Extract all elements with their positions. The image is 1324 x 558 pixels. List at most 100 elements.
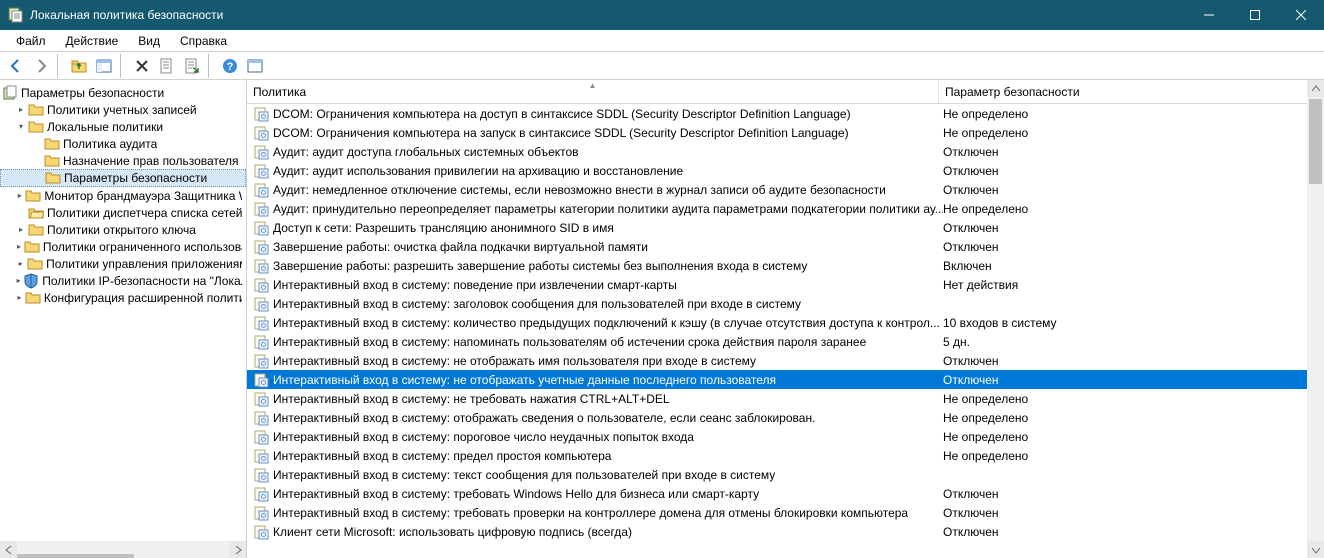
policy-row[interactable]: Интерактивный вход в систему: предел про… bbox=[247, 446, 1324, 465]
tree-item-label: Политики диспетчера списка сетей bbox=[47, 206, 242, 220]
tree-item[interactable]: ▾Локальные политики bbox=[0, 118, 246, 135]
folder-icon bbox=[25, 290, 41, 306]
tree-root[interactable]: Параметры безопасности bbox=[0, 84, 246, 101]
scroll-up-button[interactable] bbox=[1307, 80, 1324, 97]
column-header-policy-label: Политика bbox=[253, 85, 306, 99]
tree-item[interactable]: Политика аудита bbox=[0, 135, 246, 152]
policy-name: Интерактивный вход в систему: пороговое … bbox=[273, 430, 943, 444]
scroll-right-button[interactable] bbox=[229, 541, 246, 558]
tree-toggle-icon[interactable]: ▸ bbox=[14, 291, 25, 305]
tree-toggle-icon[interactable] bbox=[30, 154, 44, 168]
policy-row[interactable]: Интерактивный вход в систему: пороговое … bbox=[247, 427, 1324, 446]
tree-item[interactable]: ▸Политики открытого ключа bbox=[0, 221, 246, 238]
policy-row[interactable]: DCOM: Ограничения компьютера на запуск в… bbox=[247, 123, 1324, 142]
menu-view[interactable]: Вид bbox=[128, 32, 170, 50]
policy-row[interactable]: Аудит: аудит доступа глобальных системны… bbox=[247, 142, 1324, 161]
tree-toggle-icon[interactable]: ▸ bbox=[14, 103, 28, 117]
policy-row[interactable]: Доступ к сети: Разрешить трансляцию анон… bbox=[247, 218, 1324, 237]
maximize-button[interactable] bbox=[1232, 0, 1278, 30]
policy-row[interactable]: Интерактивный вход в систему: напоминать… bbox=[247, 332, 1324, 351]
tree-item[interactable]: Назначение прав пользователя bbox=[0, 152, 246, 169]
column-header-setting[interactable]: Параметр безопасности bbox=[939, 80, 1324, 103]
policy-row[interactable]: Интерактивный вход в систему: отображать… bbox=[247, 408, 1324, 427]
tree-scrollbar-horizontal[interactable] bbox=[0, 541, 246, 558]
tree-pane[interactable]: Параметры безопасности ▸Политики учетных… bbox=[0, 80, 247, 558]
policy-item-icon bbox=[253, 429, 269, 445]
policy-row[interactable]: Клиент сети Microsoft: использовать цифр… bbox=[247, 522, 1324, 541]
policy-row[interactable]: Интерактивный вход в систему: требовать … bbox=[247, 503, 1324, 522]
tree-item[interactable]: Параметры безопасности bbox=[0, 169, 246, 187]
policy-item-icon bbox=[253, 410, 269, 426]
tree-item[interactable]: ▸Конфигурация расширенной политики аудит… bbox=[0, 289, 246, 306]
scroll-left-button[interactable] bbox=[0, 541, 17, 558]
policy-row[interactable]: Интерактивный вход в систему: заголовок … bbox=[247, 294, 1324, 313]
policy-setting: Отключен bbox=[943, 145, 1324, 159]
policy-item-icon bbox=[253, 106, 269, 122]
close-button[interactable] bbox=[1278, 0, 1324, 30]
menu-file[interactable]: Файл bbox=[6, 32, 56, 50]
folder-icon bbox=[28, 102, 44, 118]
policy-item-icon bbox=[253, 201, 269, 217]
policy-item-icon bbox=[253, 448, 269, 464]
policy-row[interactable]: Интерактивный вход в систему: не отображ… bbox=[247, 351, 1324, 370]
forward-button[interactable] bbox=[29, 54, 53, 78]
policy-item-icon bbox=[253, 391, 269, 407]
policy-row[interactable]: Завершение работы: очистка файла подкачк… bbox=[247, 237, 1324, 256]
tree-toggle-icon[interactable]: ▾ bbox=[14, 120, 28, 134]
back-button[interactable] bbox=[4, 54, 28, 78]
policy-name: Интерактивный вход в систему: не требова… bbox=[273, 392, 943, 406]
tree-toggle-icon[interactable]: ▸ bbox=[14, 257, 27, 271]
show-hide-tree-button[interactable] bbox=[92, 54, 116, 78]
policy-row[interactable]: Аудит: принудительно переопределяет пара… bbox=[247, 199, 1324, 218]
list-body[interactable]: DCOM: Ограничения компьютера на доступ в… bbox=[247, 104, 1324, 558]
policy-setting: Не определено bbox=[943, 411, 1324, 425]
folder-icon bbox=[25, 188, 41, 204]
policy-row[interactable]: Завершение работы: разрешить завершение … bbox=[247, 256, 1324, 275]
policy-setting: Нет действия bbox=[943, 278, 1324, 292]
tree-item[interactable]: ▸Политики IP-безопасности на "Локальный … bbox=[0, 272, 246, 289]
policy-name: DCOM: Ограничения компьютера на доступ в… bbox=[273, 107, 943, 121]
policy-row[interactable]: Интерактивный вход в систему: количество… bbox=[247, 313, 1324, 332]
policy-row[interactable]: Аудит: аудит использования привилегии на… bbox=[247, 161, 1324, 180]
policy-row[interactable]: Интерактивный вход в систему: не отображ… bbox=[247, 370, 1324, 389]
help-button[interactable]: ? bbox=[218, 54, 242, 78]
column-header-policy[interactable]: Политика ▲ bbox=[247, 80, 939, 103]
minimize-button[interactable] bbox=[1186, 0, 1232, 30]
policy-name: Интерактивный вход в систему: не отображ… bbox=[273, 354, 943, 368]
policy-row[interactable]: Интерактивный вход в систему: не требова… bbox=[247, 389, 1324, 408]
export-button[interactable] bbox=[180, 54, 204, 78]
tree-toggle-icon[interactable] bbox=[31, 171, 45, 185]
menu-action[interactable]: Действие bbox=[56, 32, 129, 50]
delete-button[interactable] bbox=[130, 54, 154, 78]
list-pane: Политика ▲ Параметр безопасности DCOM: О… bbox=[247, 80, 1324, 558]
properties-button[interactable] bbox=[155, 54, 179, 78]
policy-row[interactable]: DCOM: Ограничения компьютера на доступ в… bbox=[247, 104, 1324, 123]
scroll-down-button[interactable] bbox=[1307, 541, 1324, 558]
refresh-button[interactable] bbox=[243, 54, 267, 78]
policy-name: Завершение работы: очистка файла подкачк… bbox=[273, 240, 943, 254]
policy-row[interactable]: Аудит: немедленное отключение системы, е… bbox=[247, 180, 1324, 199]
window-title: Локальная политика безопасности bbox=[30, 8, 223, 22]
tree-item[interactable]: ▸Политики управления приложениями bbox=[0, 255, 246, 272]
policy-item-icon bbox=[253, 315, 269, 331]
tree-item[interactable]: ▸Политики учетных записей bbox=[0, 101, 246, 118]
menu-help[interactable]: Справка bbox=[170, 32, 237, 50]
policy-row[interactable]: Интерактивный вход в систему: поведение … bbox=[247, 275, 1324, 294]
list-scrollbar-vertical[interactable] bbox=[1307, 80, 1324, 558]
tree-toggle-icon[interactable] bbox=[14, 206, 28, 220]
scrollbar-thumb[interactable] bbox=[1309, 99, 1322, 184]
tree-toggle-icon[interactable]: ▸ bbox=[14, 189, 25, 203]
tree-toggle-icon[interactable]: ▸ bbox=[14, 240, 24, 254]
toolbar-separator bbox=[120, 54, 126, 78]
policy-setting: Отключен bbox=[943, 506, 1324, 520]
tree-toggle-icon[interactable] bbox=[30, 137, 44, 151]
tree-toggle-icon[interactable]: ▸ bbox=[14, 274, 23, 288]
tree-item[interactable]: ▸Монитор брандмауэра Защитника Windows bbox=[0, 187, 246, 204]
policy-row[interactable]: Интерактивный вход в систему: требовать … bbox=[247, 484, 1324, 503]
tree-item[interactable]: ▸Политики ограниченного использования пр… bbox=[0, 238, 246, 255]
policy-row[interactable]: Интерактивный вход в систему: текст сооб… bbox=[247, 465, 1324, 484]
up-button[interactable] bbox=[67, 54, 91, 78]
folder-icon bbox=[28, 119, 44, 135]
tree-item[interactable]: Политики диспетчера списка сетей bbox=[0, 204, 246, 221]
tree-toggle-icon[interactable]: ▸ bbox=[14, 223, 28, 237]
